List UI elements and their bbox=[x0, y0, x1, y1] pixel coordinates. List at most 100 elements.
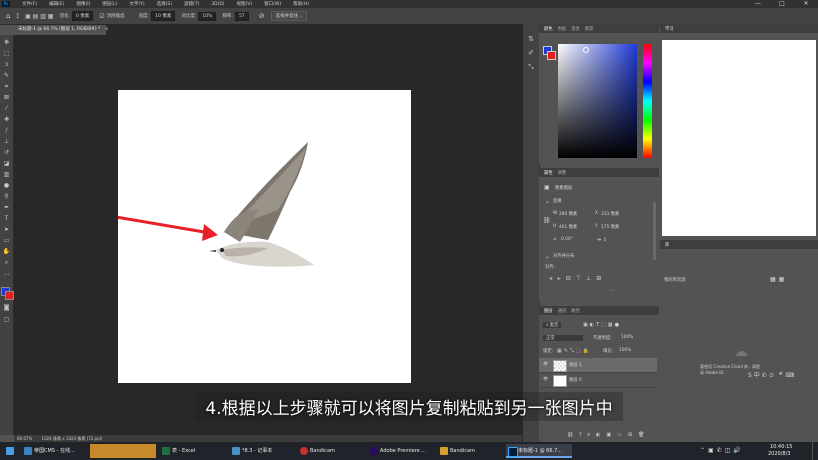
menu-edit[interactable]: 编辑(E) bbox=[49, 1, 64, 7]
eraser-tool-icon[interactable]: ◪ bbox=[2, 159, 11, 168]
y-field[interactable]: 175 像素 bbox=[601, 224, 619, 230]
zoom-level[interactable]: 66.67% bbox=[17, 436, 32, 441]
quick-select-tool-icon[interactable]: ✎ bbox=[2, 71, 11, 80]
tab-learn[interactable]: 学习 bbox=[665, 26, 674, 32]
minimize-button[interactable]: — bbox=[746, 0, 770, 7]
type-tool-icon[interactable]: T bbox=[2, 214, 11, 223]
pen-tool-icon[interactable]: ✒ bbox=[2, 203, 11, 212]
start-button[interactable] bbox=[4, 444, 16, 458]
frame-tool-icon[interactable]: ⊠ bbox=[2, 93, 11, 102]
crop-tool-icon[interactable]: ⌗ bbox=[2, 82, 11, 91]
brush-settings-icon[interactable]: ✐ bbox=[526, 48, 536, 58]
document-canvas[interactable] bbox=[62, 90, 411, 383]
dodge-tool-icon[interactable]: ⚲ bbox=[2, 192, 11, 201]
lock-icons[interactable]: ▦✎⤡⬚🔒 bbox=[557, 348, 591, 354]
tab-libraries[interactable]: 库 bbox=[665, 242, 669, 248]
link-icon[interactable]: ⛓ bbox=[543, 217, 551, 224]
taskbar-item-notepad[interactable]: *8.3 - 记事本 bbox=[230, 444, 294, 458]
tab-patterns[interactable]: 图案 bbox=[585, 26, 594, 32]
width-input[interactable]: 10 像素 bbox=[151, 11, 176, 21]
clone-stamp-icon[interactable]: ⊥ bbox=[2, 137, 11, 146]
properties-scrollbar[interactable] bbox=[653, 202, 656, 260]
transform-icon[interactable]: ⤡ bbox=[526, 62, 536, 72]
layer-filter-kind[interactable]: ⌕ 类型 bbox=[543, 322, 562, 328]
document-tab[interactable]: 未标题-1 @ 66.7% (图层 1, RGB/8#) * × bbox=[14, 25, 109, 35]
menu-3d[interactable]: 3D(D) bbox=[211, 2, 224, 7]
menu-view[interactable]: 视图(V) bbox=[237, 1, 253, 7]
menu-type[interactable]: 文字(Y) bbox=[129, 1, 144, 7]
angle-field[interactable]: 0.00° bbox=[561, 237, 573, 242]
lasso-tool-icon[interactable]: ↄ bbox=[2, 60, 11, 69]
select-and-mask-button[interactable]: 选择并遮住... bbox=[270, 11, 308, 21]
quick-mask-icon[interactable]: ◙ bbox=[2, 303, 11, 312]
color-field[interactable] bbox=[558, 44, 637, 158]
tab-swatches[interactable]: 色板 bbox=[558, 26, 567, 32]
bg-color-chip[interactable] bbox=[547, 51, 556, 60]
layer-filter-icons[interactable]: ▣◐T⬚▦● bbox=[583, 322, 621, 328]
antialias-checkbox[interactable]: ☑ bbox=[99, 13, 104, 20]
move-tool-icon[interactable]: ✥ bbox=[2, 38, 11, 47]
clock-time[interactable]: 10:40:15 bbox=[770, 444, 792, 450]
close-tab-icon[interactable]: × bbox=[105, 27, 109, 32]
magnetic-lasso-icon[interactable]: ⟟ bbox=[16, 12, 19, 21]
menu-filter[interactable]: 滤镜(T) bbox=[184, 1, 199, 7]
tab-gradients[interactable]: 渐变 bbox=[571, 26, 580, 32]
flip-icons[interactable]: ⇹ ⇳ bbox=[597, 237, 607, 243]
tab-channels[interactable]: 通道 bbox=[558, 308, 567, 314]
library-dropdown[interactable]: 我的库资源 bbox=[664, 277, 685, 283]
collapse-chevron-icon[interactable]: ⌄ bbox=[545, 198, 550, 205]
ime-toolbar-icons[interactable]: S中✆⊙🎤⌨ bbox=[748, 370, 796, 379]
history-brush-icon[interactable]: ↺ bbox=[2, 148, 11, 157]
layer-actions-icons[interactable]: ⛓fx◐▣▭⊞🗑 bbox=[567, 432, 650, 438]
brush-tool-icon[interactable]: ∕ bbox=[2, 126, 11, 135]
menu-window[interactable]: 窗口(W) bbox=[264, 1, 281, 7]
selection-mode-icons[interactable]: ▣ ▤ ▥ ▦ bbox=[25, 13, 53, 20]
taskbar-item-photoshop[interactable]: 未标题-1 @ 66.7... bbox=[506, 444, 572, 458]
tab-adjustments[interactable]: 调整 bbox=[558, 170, 567, 176]
history-icon[interactable]: ⇅ bbox=[526, 34, 536, 44]
layer-row-0[interactable]: 👁 图层 0 bbox=[539, 373, 657, 388]
library-view-icons[interactable]: ▦▦ bbox=[770, 276, 787, 283]
menu-image[interactable]: 图像(I) bbox=[76, 1, 90, 7]
align-chevron-icon[interactable]: ⌄ bbox=[545, 253, 550, 260]
feather-input[interactable]: 0 像素 bbox=[72, 11, 94, 21]
marquee-tool-icon[interactable]: ⬚ bbox=[2, 49, 11, 58]
color-picker-handle[interactable] bbox=[583, 47, 589, 53]
width-field[interactable]: 280 像素 bbox=[559, 211, 577, 217]
frequency-input[interactable]: 57 bbox=[234, 11, 249, 21]
align-buttons-icons[interactable]: ⫷⫸⊟⊤⊥⊞ bbox=[549, 275, 606, 283]
close-window-button[interactable]: ✕ bbox=[794, 0, 818, 7]
maximize-button[interactable]: □ bbox=[770, 0, 794, 7]
x-field[interactable]: 333 像素 bbox=[601, 211, 619, 217]
layer-name[interactable]: 图层 1 bbox=[569, 362, 582, 368]
fill-input[interactable]: 100% bbox=[619, 348, 631, 353]
more-options[interactable]: ... bbox=[611, 288, 615, 293]
gradient-tool-icon[interactable]: ▥ bbox=[2, 170, 11, 179]
taskbar-item-bandicam-1[interactable]: Bandicam bbox=[298, 444, 362, 458]
layer-row-1[interactable]: 👁 图层 1 bbox=[539, 358, 657, 373]
pen-pressure-icon[interactable]: ⊘ bbox=[259, 12, 265, 20]
more-tools-icon[interactable]: … bbox=[2, 269, 11, 278]
menu-file[interactable]: 文件(F) bbox=[22, 1, 37, 7]
clock-date[interactable]: 2020/8/3 bbox=[768, 451, 790, 457]
hue-slider[interactable] bbox=[643, 44, 652, 158]
menu-select[interactable]: 选择(S) bbox=[157, 1, 172, 7]
taskbar-item-app[interactable] bbox=[90, 444, 156, 458]
path-select-icon[interactable]: ➤ bbox=[2, 225, 11, 234]
taskbar-item-browser[interactable]: 帝国CMS - 在线... bbox=[22, 444, 86, 458]
blur-tool-icon[interactable]: ● bbox=[2, 181, 11, 190]
height-field[interactable]: 461 像素 bbox=[559, 224, 577, 230]
blend-mode-select[interactable]: 正常 bbox=[543, 335, 583, 341]
show-desktop-button[interactable] bbox=[812, 442, 817, 460]
taskbar-item-excel[interactable]: 表 - Excel bbox=[160, 444, 224, 458]
hand-tool-icon[interactable]: ✋ bbox=[2, 247, 11, 256]
opacity-input[interactable]: 100% bbox=[621, 335, 633, 340]
background-color-swatch[interactable] bbox=[5, 291, 14, 300]
contrast-input[interactable]: 10% bbox=[198, 11, 217, 21]
layer-name[interactable]: 图层 0 bbox=[569, 377, 582, 383]
screen-mode-icon[interactable]: ▢ bbox=[2, 315, 11, 324]
menu-layer[interactable]: 图层(L) bbox=[102, 1, 117, 7]
tab-layers[interactable]: 图层 bbox=[544, 308, 553, 314]
zoom-tool-icon[interactable]: ⌕ bbox=[2, 258, 11, 267]
tab-properties[interactable]: 属性 bbox=[544, 170, 553, 176]
